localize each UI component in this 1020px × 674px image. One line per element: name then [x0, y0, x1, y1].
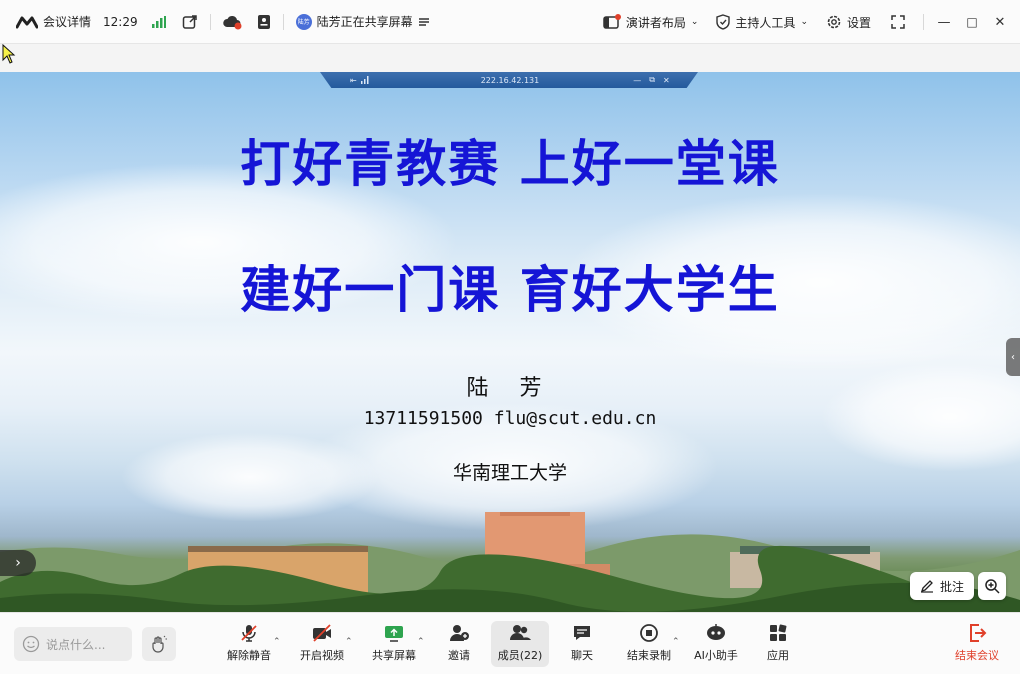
expand-right-button[interactable]: ‹	[1006, 338, 1020, 376]
chat-button[interactable]: 聊天	[565, 621, 599, 667]
chevron-left-icon: ‹	[1011, 351, 1015, 363]
close-icon: ✕	[994, 14, 1006, 30]
meeting-time: 12:29	[103, 14, 138, 29]
divider	[282, 13, 284, 30]
close-icon[interactable]: ✕	[663, 76, 670, 85]
apps-button[interactable]: 应用	[764, 621, 792, 667]
microphone-muted-icon	[241, 625, 257, 642]
settings-label: 设置	[846, 15, 871, 30]
fullscreen-icon[interactable]	[891, 15, 905, 29]
layout-icon	[603, 14, 621, 29]
external-window-icon[interactable]	[182, 14, 198, 30]
share-screen-label: 共享屏幕	[372, 649, 416, 662]
recording-options-chevron-icon[interactable]: ⌃	[672, 637, 680, 647]
zoom-in-icon	[985, 579, 1000, 594]
stop-recording-button[interactable]: 结束录制	[624, 621, 674, 667]
share-options-chevron-icon[interactable]: ⌃	[417, 637, 425, 647]
invite-button[interactable]: 邀请	[440, 621, 478, 667]
members-button[interactable]: 成员(22)	[491, 621, 549, 667]
host-tools-button[interactable]: 主持人工具 ⌄	[716, 0, 808, 44]
sharer-avatar: 陆芳	[295, 13, 312, 30]
minimize-icon: —	[937, 14, 951, 30]
ai-assistant-button[interactable]: AI小助手	[692, 621, 740, 667]
gear-icon	[827, 15, 841, 29]
invite-label: 邀请	[448, 649, 470, 662]
chat-icon	[574, 626, 590, 640]
minimize-icon[interactable]: —	[633, 76, 641, 85]
quick-chat-input[interactable]: 说点什么...	[14, 627, 132, 661]
stop-recording-label: 结束录制	[627, 649, 671, 662]
annotate-button[interactable]: 批注	[910, 572, 974, 600]
emoji-icon[interactable]	[22, 635, 40, 653]
expand-left-button[interactable]: ›	[0, 550, 36, 576]
mouse-cursor-icon	[2, 44, 16, 64]
members-icon	[510, 625, 531, 640]
pen-icon	[920, 580, 933, 593]
maximize-button[interactable]: □	[958, 0, 986, 44]
divider	[923, 14, 924, 30]
shield-icon	[716, 14, 731, 30]
meeting-details-label: 会议详情	[43, 15, 92, 29]
apps-label: 应用	[767, 649, 789, 662]
ai-assistant-label: AI小助手	[694, 649, 738, 662]
tencent-meeting-logo-icon	[16, 16, 38, 28]
meeting-toolbar: 说点什么... 解除静音 ⌃ 开启视频 ⌃ 共享屏幕 ⌃ 邀请 成员(22) 聊…	[0, 612, 1020, 674]
minimize-button[interactable]: —	[930, 0, 958, 44]
chevron-right-icon: ›	[15, 555, 21, 571]
slide-author: 陆 芳	[466, 376, 554, 401]
chat-placeholder: 说点什么...	[46, 637, 106, 652]
pin-icon[interactable]: ⇤	[350, 76, 357, 85]
list-icon	[418, 17, 429, 26]
share-screen-icon	[385, 626, 403, 642]
unmute-label: 解除静音	[227, 649, 271, 662]
raise-hand-icon	[152, 635, 167, 653]
chevron-down-icon: ⌄	[690, 17, 699, 27]
unmute-button[interactable]: 解除静音	[222, 621, 276, 667]
slide-contact: 13711591500 flu@scut.edu.cn	[363, 408, 657, 429]
speaker-layout-label: 演讲者布局	[625, 15, 686, 30]
end-meeting-label: 结束会议	[955, 649, 999, 662]
screen-share-status[interactable]: 陆芳 陆芳正在共享屏幕	[295, 0, 430, 44]
chevron-down-icon: ⌄	[800, 17, 808, 27]
shared-screen: ⇤ 222.16.42.131 — ⧉ ✕ 打好青教赛 上好一堂课 建好一门课 …	[0, 72, 1020, 612]
audio-options-chevron-icon[interactable]: ⌃	[273, 637, 281, 647]
slide-title-line1: 打好青教赛 上好一堂课	[240, 135, 780, 193]
raise-hand-button[interactable]	[142, 627, 176, 661]
exit-icon	[970, 624, 987, 642]
add-person-icon	[450, 625, 469, 641]
slide-title-line2: 建好一门课 育好大学生	[240, 261, 780, 319]
maximize-icon: □	[966, 15, 978, 29]
speaker-layout-button[interactable]: 演讲者布局 ⌄	[603, 0, 699, 44]
meeting-notes-icon[interactable]	[257, 14, 271, 30]
signal-icon	[360, 76, 369, 84]
zoom-in-button[interactable]	[978, 572, 1006, 600]
campus-panorama-image	[0, 512, 1020, 612]
signal-strength-icon[interactable]	[151, 15, 166, 28]
start-video-button[interactable]: 开启视频	[296, 621, 348, 667]
remote-desktop-bar[interactable]: ⇤ 222.16.42.131 — ⧉ ✕	[320, 72, 698, 88]
stop-record-icon	[640, 624, 658, 642]
start-video-label: 开启视频	[300, 649, 344, 662]
divider	[209, 13, 211, 30]
settings-button[interactable]: 设置	[826, 0, 871, 44]
share-header-strip	[0, 44, 1020, 72]
sharing-status-label: 陆芳正在共享屏幕	[316, 15, 413, 29]
chat-label: 聊天	[571, 649, 593, 662]
ai-assistant-icon	[707, 624, 725, 640]
share-screen-button[interactable]: 共享屏幕	[368, 621, 420, 667]
end-meeting-button[interactable]: 结束会议	[952, 621, 1002, 667]
cloud-recording-icon[interactable]	[222, 14, 243, 30]
restore-icon[interactable]: ⧉	[649, 75, 655, 85]
remote-ip: 222.16.42.131	[480, 75, 540, 85]
close-button[interactable]: ✕	[986, 0, 1014, 44]
members-label: 成员(22)	[497, 649, 543, 662]
host-tools-label: 主持人工具	[735, 15, 796, 30]
meeting-details-button[interactable]: 会议详情	[0, 0, 91, 44]
title-bar: 会议详情 12:29 陆芳 陆芳正在共享屏幕 演讲者布局 ⌄ 主持人工具 ⌄ 设…	[0, 0, 1020, 44]
annotate-label: 批注	[939, 579, 964, 594]
camera-off-icon	[313, 624, 331, 642]
slide-school: 华南理工大学	[452, 462, 567, 484]
apps-icon	[770, 624, 787, 641]
video-options-chevron-icon[interactable]: ⌃	[345, 637, 353, 647]
